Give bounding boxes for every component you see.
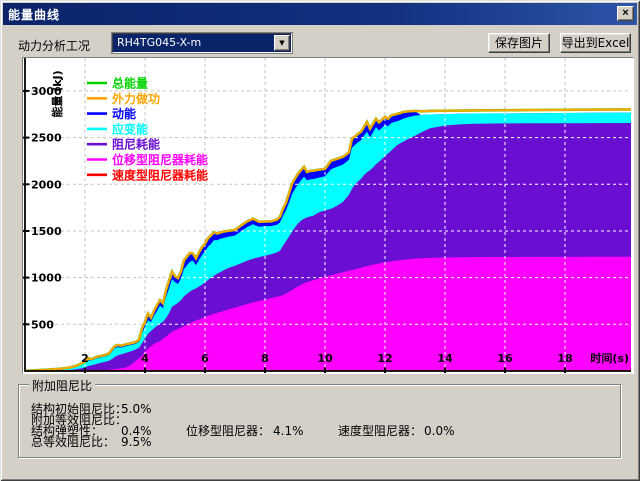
y-tick-label: 2500 bbox=[31, 132, 62, 145]
legend-label: 总能量 bbox=[112, 76, 148, 91]
close-button[interactable]: × bbox=[617, 6, 634, 21]
legend-label: 动能 bbox=[112, 106, 136, 121]
legend-label: 位移型阻尼器耗能 bbox=[112, 152, 208, 167]
x-tick-label: 10 bbox=[317, 352, 333, 365]
legend-label: 速度型阻尼器耗能 bbox=[112, 167, 208, 182]
legend-item: 总能量 bbox=[87, 76, 148, 91]
energy-chart: 5001000150020002500300024681012141618时间(… bbox=[23, 58, 633, 373]
x-tick-label: 4 bbox=[141, 352, 149, 365]
x-axis-label: 时间(s) bbox=[590, 351, 629, 365]
chevron-down-icon[interactable]: ▼ bbox=[274, 35, 290, 51]
damping-groupbox-title: 附加阻尼比 bbox=[29, 377, 95, 394]
legend-item: 阻尼耗能 bbox=[87, 137, 160, 152]
x-tick-label: 18 bbox=[557, 352, 572, 365]
legend-item: 外力做功 bbox=[87, 91, 160, 106]
vel-damper-value: 0.0% bbox=[424, 425, 455, 437]
legend-label: 外力做功 bbox=[112, 91, 160, 106]
legend-item: 应变能 bbox=[87, 121, 148, 136]
legend-label: 阻尼耗能 bbox=[112, 137, 160, 152]
vel-damper-label: 速度型阻尼器： bbox=[338, 425, 422, 437]
chart-panel: 5001000150020002500300024681012141618时间(… bbox=[22, 57, 634, 374]
legend-label: 应变能 bbox=[112, 121, 148, 136]
x-tick-label: 12 bbox=[377, 352, 392, 365]
x-tick-label: 8 bbox=[261, 352, 269, 365]
condition-label: 动力分析工况 bbox=[18, 37, 90, 54]
total-damping-label: 总等效阻尼比： bbox=[31, 436, 115, 448]
window-title: 能量曲线 bbox=[3, 6, 60, 23]
x-tick-label: 14 bbox=[437, 352, 453, 365]
y-axis-label: 能量 (kJ) bbox=[50, 70, 64, 117]
x-tick-label: 2 bbox=[81, 352, 89, 365]
y-tick-label: 1000 bbox=[31, 272, 62, 285]
condition-selected-value: RH4TG045-X-m bbox=[115, 36, 273, 50]
y-tick-label: 2000 bbox=[31, 178, 62, 191]
damping-groupbox: 附加阻尼比 结构初始阻尼比： 5.0% 附加等效阻尼比： 结构弹塑性： 0.4%… bbox=[18, 384, 621, 458]
export-excel-button[interactable]: 导出到Excel bbox=[560, 33, 631, 53]
energy-curve-window: 能量曲线 × 动力分析工况 RH4TG045-X-m ▼ 保存图片 导出到Exc… bbox=[0, 0, 640, 481]
y-tick-label: 1500 bbox=[31, 225, 62, 238]
x-tick-label: 6 bbox=[201, 352, 209, 365]
disp-damper-label: 位移型阻尼器： bbox=[186, 425, 270, 437]
disp-damper-value: 4.1% bbox=[273, 425, 304, 437]
legend-item: 速度型阻尼器耗能 bbox=[87, 167, 208, 182]
legend: 总能量外力做功动能应变能阻尼耗能位移型阻尼器耗能速度型阻尼器耗能 bbox=[87, 76, 208, 183]
y-tick-label: 500 bbox=[31, 318, 54, 331]
x-tick-label: 16 bbox=[497, 352, 513, 365]
close-icon: × bbox=[622, 7, 628, 19]
total-damping-value: 9.5% bbox=[121, 436, 152, 448]
title-bar: 能量曲线 × bbox=[3, 3, 637, 25]
condition-select[interactable]: RH4TG045-X-m ▼ bbox=[112, 33, 292, 53]
legend-item: 位移型阻尼器耗能 bbox=[87, 152, 208, 167]
save-image-button[interactable]: 保存图片 bbox=[488, 33, 550, 53]
legend-item: 动能 bbox=[87, 106, 136, 121]
